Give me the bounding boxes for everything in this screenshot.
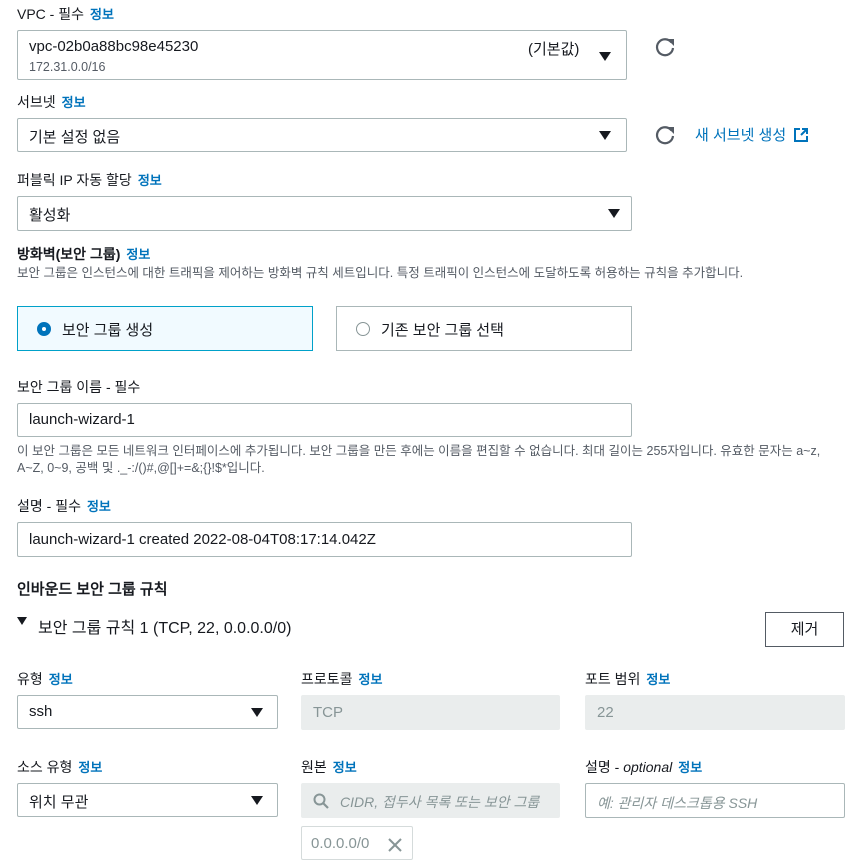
sg-description-label: 설명 - 필수 정보 bbox=[17, 498, 111, 514]
type-select[interactable]: ssh bbox=[17, 695, 278, 729]
firewall-description: 보안 그룹은 인스턴스에 대한 트래픽을 제어하는 방화벽 규칙 세트입니다. … bbox=[17, 266, 744, 280]
rule-description-label: 설명 - optional 정보 bbox=[585, 759, 703, 775]
radio-unselected-icon bbox=[356, 322, 370, 336]
chevron-down-icon bbox=[599, 131, 611, 140]
source-type-select[interactable]: 위치 무관 bbox=[17, 783, 278, 817]
port-range-field: 22 bbox=[585, 695, 845, 730]
rule-1-title: 보안 그룹 규칙 1 (TCP, 22, 0.0.0.0/0) bbox=[38, 620, 292, 637]
source-type-info-link[interactable]: 정보 bbox=[78, 760, 102, 775]
vpc-info-link[interactable]: 정보 bbox=[90, 7, 114, 22]
protocol-field: TCP bbox=[301, 695, 560, 730]
sg-name-input[interactable]: launch-wizard-1 bbox=[17, 403, 632, 437]
public-ip-value: 활성화 bbox=[29, 207, 71, 224]
radio-create-label: 보안 그룹 생성 bbox=[62, 322, 154, 339]
source-type-label: 소스 유형 정보 bbox=[17, 759, 103, 775]
source-token: 0.0.0.0/0 bbox=[301, 826, 413, 860]
chevron-down-icon bbox=[251, 708, 263, 717]
chevron-down-icon bbox=[251, 796, 263, 805]
type-value: ssh bbox=[29, 703, 53, 720]
firewall-title: 방화벽(보안 그룹) 정보 bbox=[17, 246, 151, 262]
radio-create-security-group[interactable]: 보안 그룹 생성 bbox=[17, 306, 313, 351]
inbound-rules-title: 인바운드 보안 그룹 규칙 bbox=[17, 581, 168, 598]
source-placeholder: CIDR, 접두사 목록 또는 보안 그룹 bbox=[340, 794, 540, 810]
source-token-value: 0.0.0.0/0 bbox=[311, 835, 370, 852]
search-icon bbox=[313, 793, 329, 809]
subnet-value: 기본 설정 없음 bbox=[29, 129, 121, 146]
port-range-value: 22 bbox=[597, 704, 614, 721]
caret-down-icon bbox=[17, 617, 27, 625]
remove-rule-button[interactable]: 제거 bbox=[765, 612, 844, 647]
source-label: 원본 정보 bbox=[301, 759, 357, 775]
sg-name-value: launch-wizard-1 bbox=[29, 411, 135, 428]
sg-description-info-link[interactable]: 정보 bbox=[87, 499, 111, 514]
vpc-id: vpc-02b0a88bc98e45230 bbox=[29, 38, 199, 55]
chevron-down-icon bbox=[599, 52, 611, 61]
public-ip-select[interactable]: 활성화 bbox=[17, 196, 632, 231]
create-subnet-link[interactable]: 새 서브넷 생성 bbox=[695, 124, 809, 145]
external-link-icon bbox=[794, 128, 809, 142]
public-ip-info-link[interactable]: 정보 bbox=[138, 173, 162, 188]
subnet-info-link[interactable]: 정보 bbox=[62, 95, 86, 110]
rule-description-input[interactable]: 예: 관리자 데스크톱용 SSH bbox=[585, 783, 845, 818]
vpc-cidr: 172.31.0.0/16 bbox=[29, 60, 106, 74]
firewall-info-link[interactable]: 정보 bbox=[126, 247, 150, 262]
close-icon[interactable] bbox=[388, 838, 402, 852]
type-info-link[interactable]: 정보 bbox=[49, 672, 73, 687]
sg-name-label: 보안 그룹 이름 - 필수 bbox=[17, 379, 141, 395]
radio-selected-icon bbox=[37, 322, 51, 336]
source-info-link[interactable]: 정보 bbox=[333, 760, 357, 775]
source-search-input: CIDR, 접두사 목록 또는 보안 그룹 bbox=[301, 783, 560, 818]
rule-description-info-link[interactable]: 정보 bbox=[678, 760, 702, 775]
protocol-label: 프로토콜 정보 bbox=[301, 671, 383, 687]
port-range-label: 포트 범위 정보 bbox=[585, 671, 671, 687]
vpc-label: VPC - 필수 정보 bbox=[17, 6, 114, 22]
rule-description-placeholder: 예: 관리자 데스크톱용 SSH bbox=[597, 795, 758, 811]
protocol-value: TCP bbox=[313, 704, 343, 721]
radio-dot bbox=[42, 327, 46, 331]
refresh-icon[interactable] bbox=[654, 36, 676, 58]
public-ip-label: 퍼블릭 IP 자동 할당 정보 bbox=[17, 172, 162, 188]
type-label: 유형 정보 bbox=[17, 671, 73, 687]
port-range-info-link[interactable]: 정보 bbox=[646, 672, 670, 687]
chevron-down-icon bbox=[608, 209, 620, 218]
sg-name-help: 이 보안 그룹은 모든 네트워크 인터페이스에 추가됩니다. 보안 그룹을 만든… bbox=[17, 444, 821, 475]
sg-description-value: launch-wizard-1 created 2022-08-04T08:17… bbox=[29, 531, 376, 548]
radio-existing-security-group[interactable]: 기존 보안 그룹 선택 bbox=[336, 306, 632, 351]
vpc-select[interactable]: vpc-02b0a88bc98e45230 172.31.0.0/16 (기본값… bbox=[17, 30, 627, 80]
vpc-default-tag: (기본값) bbox=[528, 41, 580, 58]
radio-existing-label: 기존 보안 그룹 선택 bbox=[381, 322, 504, 339]
sg-description-input[interactable]: launch-wizard-1 created 2022-08-04T08:17… bbox=[17, 522, 632, 557]
protocol-info-link[interactable]: 정보 bbox=[359, 672, 383, 687]
subnet-select[interactable]: 기본 설정 없음 bbox=[17, 118, 627, 152]
refresh-icon[interactable] bbox=[654, 124, 676, 146]
subnet-label: 서브넷 정보 bbox=[17, 94, 86, 110]
source-type-value: 위치 무관 bbox=[29, 794, 89, 811]
